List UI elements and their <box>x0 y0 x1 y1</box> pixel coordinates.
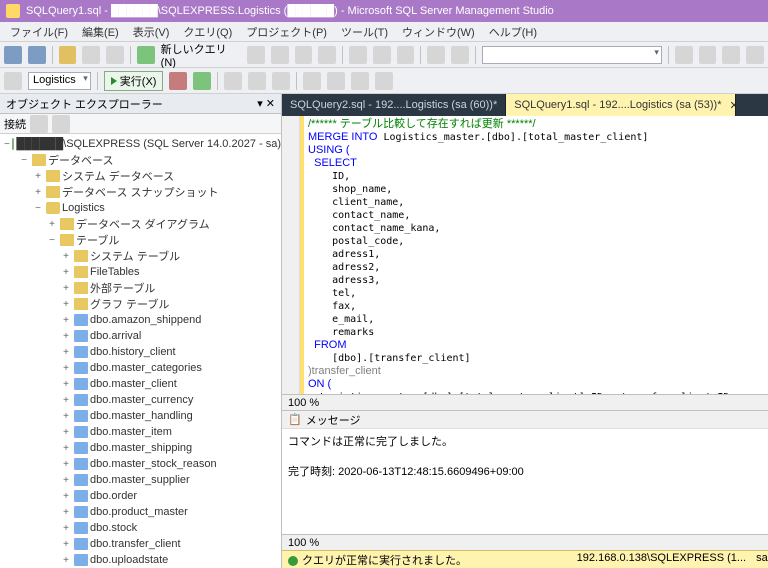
object-tree[interactable]: −██████\SQLEXPRESS (SQL Server 14.0.2027… <box>0 134 281 568</box>
newquery-icon[interactable] <box>137 46 155 64</box>
tb-icon[interactable] <box>224 72 242 90</box>
paste-icon[interactable] <box>397 46 415 64</box>
table-node[interactable]: +dbo.arrival <box>0 328 281 344</box>
tb-icon[interactable] <box>303 72 321 90</box>
tab-query1[interactable]: SQLQuery1.sql - 192....Logistics (sa (53… <box>506 94 736 116</box>
tb-icon[interactable] <box>722 46 740 64</box>
menu-window[interactable]: ウィンドウ(W) <box>396 22 481 42</box>
menu-help[interactable]: ヘルプ(H) <box>483 22 543 42</box>
table-node[interactable]: +dbo.uploadstate <box>0 552 281 568</box>
toolbar-main: 新しいクエリ(N) <box>0 42 768 68</box>
copy-icon[interactable] <box>373 46 391 64</box>
cut-icon[interactable] <box>349 46 367 64</box>
menu-tools[interactable]: ツール(T) <box>335 22 394 42</box>
app-icon <box>6 4 20 18</box>
tb-icon[interactable] <box>375 72 393 90</box>
menu-edit[interactable]: 編集(E) <box>76 22 125 42</box>
menu-file[interactable]: ファイル(F) <box>4 22 74 42</box>
newquery-label[interactable]: 新しいクエリ(N) <box>161 41 241 69</box>
table-node[interactable]: +dbo.transfer_client <box>0 536 281 552</box>
object-explorer-title: オブジェクト エクスプローラー <box>6 96 163 112</box>
toolbar-query: Logistics 実行(X) <box>0 68 768 94</box>
editor-area: SQLQuery2.sql - 192....Logistics (sa (60… <box>282 94 768 568</box>
tb-icon[interactable] <box>746 46 764 64</box>
open-icon[interactable] <box>59 46 77 64</box>
status-bar: クエリが正常に実行されました。 192.168.0.138\SQLEXPRESS… <box>282 550 768 568</box>
table-node[interactable]: +dbo.master_stock_reason <box>0 456 281 472</box>
status-message: クエリが正常に実行されました。 <box>288 552 467 568</box>
status-server: 192.168.0.138\SQLEXPRESS (1... <box>577 552 746 568</box>
saveall-icon[interactable] <box>106 46 124 64</box>
messages-panel: 📋 メッセージ コマンドは正常に完了しました。 完了時刻: 2020-06-13T… <box>282 410 768 550</box>
table-node[interactable]: +dbo.product_master <box>0 504 281 520</box>
close-icon[interactable]: ✕ <box>730 99 737 112</box>
tab-query2[interactable]: SQLQuery2.sql - 192....Logistics (sa (60… <box>282 94 506 116</box>
save-icon[interactable] <box>82 46 100 64</box>
table-node[interactable]: +dbo.master_supplier <box>0 472 281 488</box>
zoom-level[interactable]: 100 % <box>288 537 319 549</box>
messages-body[interactable]: コマンドは正常に完了しました。 完了時刻: 2020-06-13T12:48:1… <box>282 429 768 534</box>
tb-icon[interactable] <box>271 46 289 64</box>
table-node[interactable]: +dbo.master_handling <box>0 408 281 424</box>
refresh-icon[interactable] <box>30 115 48 133</box>
table-node[interactable]: +dbo.master_currency <box>0 392 281 408</box>
object-explorer: オブジェクト エクスプローラー ▾ ✕ 接続 −██████\SQLEXPRES… <box>0 94 282 568</box>
stop-icon[interactable] <box>169 72 187 90</box>
tb-icon[interactable] <box>318 46 336 64</box>
filter-icon[interactable] <box>52 115 70 133</box>
database-combo[interactable]: Logistics <box>28 72 91 90</box>
editor-tabs: SQLQuery2.sql - 192....Logistics (sa (60… <box>282 94 768 116</box>
messages-tab-icon: 📋 <box>288 413 302 426</box>
table-node[interactable]: +dbo.history_client <box>0 344 281 360</box>
tb-icon[interactable] <box>327 72 345 90</box>
tb-icon[interactable] <box>351 72 369 90</box>
status-user: sa (53) <box>756 552 768 568</box>
tb-icon[interactable] <box>248 72 266 90</box>
titlebar: SQLQuery1.sql - ██████\SQLEXPRESS.Logist… <box>0 0 768 22</box>
table-node[interactable]: +dbo.master_shipping <box>0 440 281 456</box>
back-icon[interactable] <box>4 46 22 64</box>
menu-project[interactable]: プロジェクト(P) <box>240 22 333 42</box>
table-node[interactable]: +dbo.amazon_shippend <box>0 312 281 328</box>
forward-icon[interactable] <box>28 46 46 64</box>
parse-icon[interactable] <box>193 72 211 90</box>
connection-icon[interactable] <box>4 72 22 90</box>
tb-icon[interactable] <box>675 46 693 64</box>
table-node[interactable]: +dbo.stock <box>0 520 281 536</box>
tb-icon[interactable] <box>699 46 717 64</box>
tb-icon[interactable] <box>295 46 313 64</box>
panel-dropdown-icon[interactable]: ▾ ✕ <box>257 97 275 110</box>
connect-label[interactable]: 接続 <box>4 116 26 132</box>
zoom-level[interactable]: 100 % <box>288 397 319 409</box>
sql-editor[interactable]: /****** テーブル比較して存在すれば更新 ******/ MERGE IN… <box>282 116 768 394</box>
tb-icon[interactable] <box>272 72 290 90</box>
table-node[interactable]: +dbo.master_item <box>0 424 281 440</box>
execute-button[interactable]: 実行(X) <box>104 71 164 91</box>
menu-view[interactable]: 表示(V) <box>127 22 176 42</box>
redo-icon[interactable] <box>451 46 469 64</box>
messages-tab[interactable]: メッセージ <box>306 412 361 428</box>
tb-icon[interactable] <box>247 46 265 64</box>
solution-combo[interactable] <box>482 46 662 64</box>
undo-icon[interactable] <box>427 46 445 64</box>
table-node[interactable]: +dbo.master_categories <box>0 360 281 376</box>
table-node[interactable]: +dbo.master_client <box>0 376 281 392</box>
table-node[interactable]: +dbo.order <box>0 488 281 504</box>
menu-query[interactable]: クエリ(Q) <box>177 22 238 42</box>
menubar: ファイル(F) 編集(E) 表示(V) クエリ(Q) プロジェクト(P) ツール… <box>0 22 768 42</box>
window-title: SQLQuery1.sql - ██████\SQLEXPRESS.Logist… <box>26 5 554 17</box>
